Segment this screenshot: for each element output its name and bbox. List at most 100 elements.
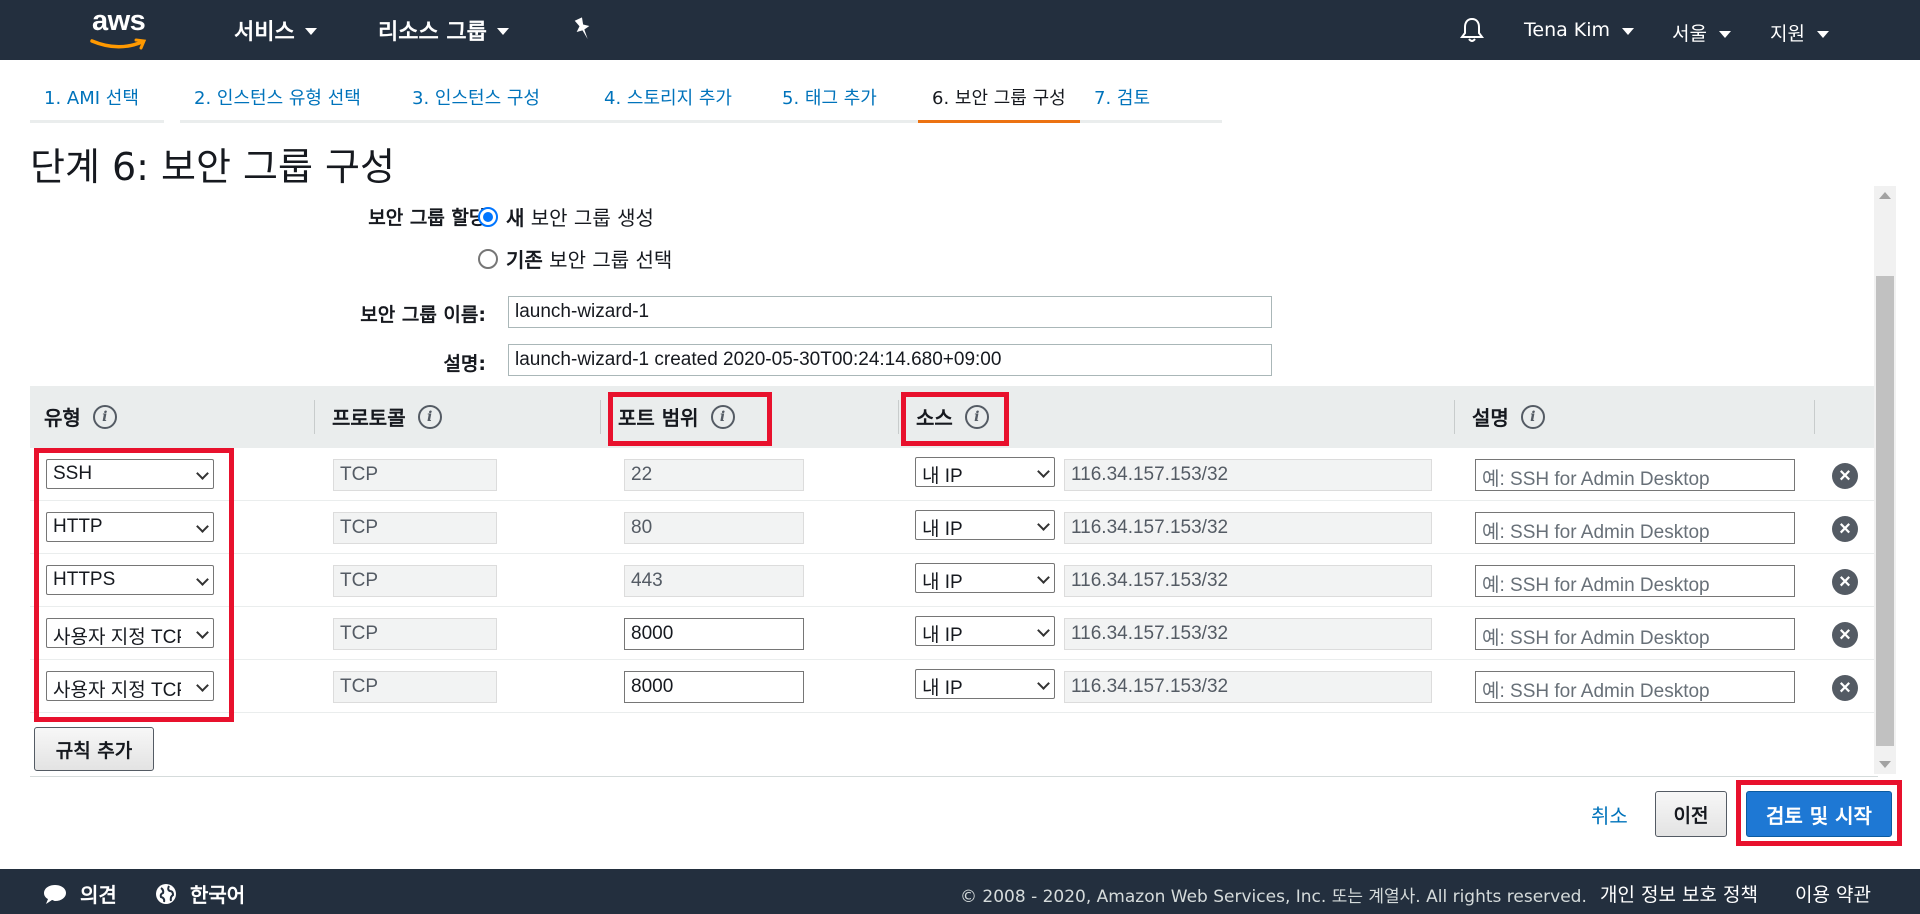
port-range-input[interactable]: 8000 [624, 618, 804, 650]
table-row: SSH TCP 22 내 IP 116.34.157.153/32 예: SSH… [30, 448, 1876, 501]
rule-description-input[interactable]: 예: SSH for Admin Desktop [1475, 459, 1795, 491]
source-select[interactable]: 내 IP [915, 563, 1055, 593]
type-select[interactable]: HTTP [46, 512, 214, 542]
language-selector[interactable]: 한국어 [154, 879, 245, 908]
source-cidr-field[interactable]: 116.34.157.153/32 [1064, 459, 1432, 491]
source-cidr-field[interactable]: 116.34.157.153/32 [1064, 618, 1432, 650]
rule-description-input[interactable]: 예: SSH for Admin Desktop [1475, 618, 1795, 650]
step-add-storage[interactable]: 4. 스토리지 추가 [590, 78, 768, 123]
chevron-down-icon [1037, 465, 1050, 478]
scroll-down-arrow-icon[interactable] [1879, 761, 1891, 768]
type-select-value: HTTPS [53, 569, 116, 590]
security-group-name-input[interactable]: launch-wizard-1 [508, 296, 1272, 328]
globe-icon [156, 883, 176, 904]
cancel-link[interactable]: 취소 [1591, 800, 1628, 829]
services-menu[interactable]: 서비스 [234, 14, 317, 46]
rule-description-input[interactable]: 예: SSH for Admin Desktop [1475, 671, 1795, 703]
source-select-value: 내 IP [922, 572, 963, 593]
rule-description-input[interactable]: 예: SSH for Admin Desktop [1475, 512, 1795, 544]
radio-create-new[interactable]: 새 보안 그룹 생성 [478, 202, 654, 231]
notifications-bell-icon[interactable] [1460, 16, 1484, 49]
description-input[interactable]: launch-wizard-1 created 2020-05-30T00:24… [508, 344, 1272, 376]
info-icon[interactable]: i [1520, 404, 1545, 429]
info-icon[interactable]: i [964, 404, 989, 429]
scroll-up-arrow-icon[interactable] [1879, 192, 1891, 199]
source-select[interactable]: 내 IP [915, 457, 1055, 487]
support-menu[interactable]: 지원 [1770, 19, 1829, 46]
remove-rule-icon[interactable]: × [1832, 569, 1858, 595]
port-range-field: 80 [624, 512, 804, 544]
chevron-down-icon [196, 626, 209, 639]
chevron-down-icon [304, 28, 317, 35]
previous-button[interactable]: 이전 [1655, 791, 1727, 837]
source-select-value: 내 IP [922, 466, 963, 487]
user-name: Tena Kim [1524, 19, 1611, 41]
radio-select-existing[interactable]: 기존 보안 그룹 선택 [478, 244, 672, 273]
remove-rule-icon[interactable]: × [1832, 675, 1858, 701]
user-menu[interactable]: Tena Kim [1524, 19, 1635, 41]
step-add-tags[interactable]: 5. 태그 추가 [768, 78, 918, 123]
services-label: 서비스 [234, 20, 295, 45]
source-select[interactable]: 내 IP [915, 669, 1055, 699]
header-protocol-label: 프로토콜 [332, 406, 406, 430]
protocol-field: TCP [333, 671, 497, 703]
source-select[interactable]: 내 IP [915, 510, 1055, 540]
resource-groups-menu[interactable]: 리소스 그룹 [378, 14, 509, 46]
radio-button-checked[interactable] [478, 206, 498, 227]
header-description: 설명 i [1472, 402, 1545, 431]
terms-of-use-link[interactable]: 이용 약관 [1795, 880, 1871, 907]
source-cidr-field[interactable]: 116.34.157.153/32 [1064, 565, 1432, 597]
copyright-text: © 2008 - 2020, Amazon Web Services, Inc.… [960, 887, 1587, 907]
remove-rule-icon[interactable]: × [1832, 463, 1858, 489]
rule-description-input[interactable]: 예: SSH for Admin Desktop [1475, 565, 1795, 597]
add-rule-button[interactable]: 규칙 추가 [34, 727, 154, 771]
column-divider [898, 400, 899, 434]
step-ami[interactable]: 1. AMI 선택 [30, 78, 164, 123]
step-configure-instance[interactable]: 3. 인스턴스 구성 [398, 78, 590, 123]
step-instance-type[interactable]: 2. 인스턴스 유형 선택 [180, 78, 398, 123]
chevron-down-icon [1622, 28, 1635, 35]
protocol-field: TCP [333, 565, 497, 597]
type-select[interactable]: 사용자 지정 TCP [46, 671, 214, 701]
step-review[interactable]: 7. 검토 [1080, 78, 1222, 123]
header-source-label: 소스 [916, 406, 953, 430]
info-icon[interactable]: i [92, 404, 117, 429]
privacy-policy-link[interactable]: 개인 정보 보호 정책 [1600, 880, 1758, 907]
protocol-field: TCP [333, 459, 497, 491]
column-divider [314, 400, 315, 434]
source-cidr-field[interactable]: 116.34.157.153/32 [1064, 671, 1432, 703]
remove-rule-icon[interactable]: × [1832, 516, 1858, 542]
source-select-value: 내 IP [922, 625, 963, 646]
source-select[interactable]: 내 IP [915, 616, 1055, 646]
type-select[interactable]: HTTPS [46, 565, 214, 595]
step-security-group[interactable]: 6. 보안 그룹 구성 [918, 78, 1080, 123]
page-title: 단계 6: 보안 그룹 구성 [30, 145, 395, 189]
region-menu[interactable]: 서울 [1672, 19, 1731, 46]
feedback-link[interactable]: 의견 [42, 879, 117, 908]
remove-rule-icon[interactable]: × [1832, 622, 1858, 648]
info-icon[interactable]: i [710, 404, 735, 429]
header-protocol: 프로토콜 i [332, 402, 442, 431]
port-range-input[interactable]: 8000 [624, 671, 804, 703]
security-group-name-label: 보안 그룹 이름: [360, 304, 486, 326]
pin-icon[interactable] [572, 17, 594, 46]
new-option-text: 보안 그룹 생성 [524, 206, 654, 230]
radio-button-unchecked[interactable] [478, 248, 498, 269]
type-select-value: 사용자 지정 TCP [53, 627, 181, 648]
vertical-scrollbar[interactable] [1874, 186, 1896, 774]
aws-logo[interactable]: aws [90, 5, 160, 52]
chevron-down-icon [196, 573, 209, 586]
footer: 의견 한국어 © 2008 - 2020, Amazon Web Service… [0, 869, 1920, 914]
source-cidr-field[interactable]: 116.34.157.153/32 [1064, 512, 1432, 544]
review-and-launch-button[interactable]: 검토 및 시작 [1746, 791, 1892, 837]
type-select[interactable]: 사용자 지정 TCP [46, 618, 214, 648]
type-select-value: SSH [53, 463, 93, 484]
header-type: 유형 i [44, 402, 117, 431]
scrollbar-thumb[interactable] [1876, 276, 1894, 746]
info-icon[interactable]: i [417, 404, 442, 429]
chevron-down-icon [1037, 518, 1050, 531]
header-type-label: 유형 [44, 406, 81, 430]
aws-smile-icon [90, 38, 147, 50]
speech-bubble-icon [44, 884, 66, 904]
type-select[interactable]: SSH [46, 459, 214, 489]
